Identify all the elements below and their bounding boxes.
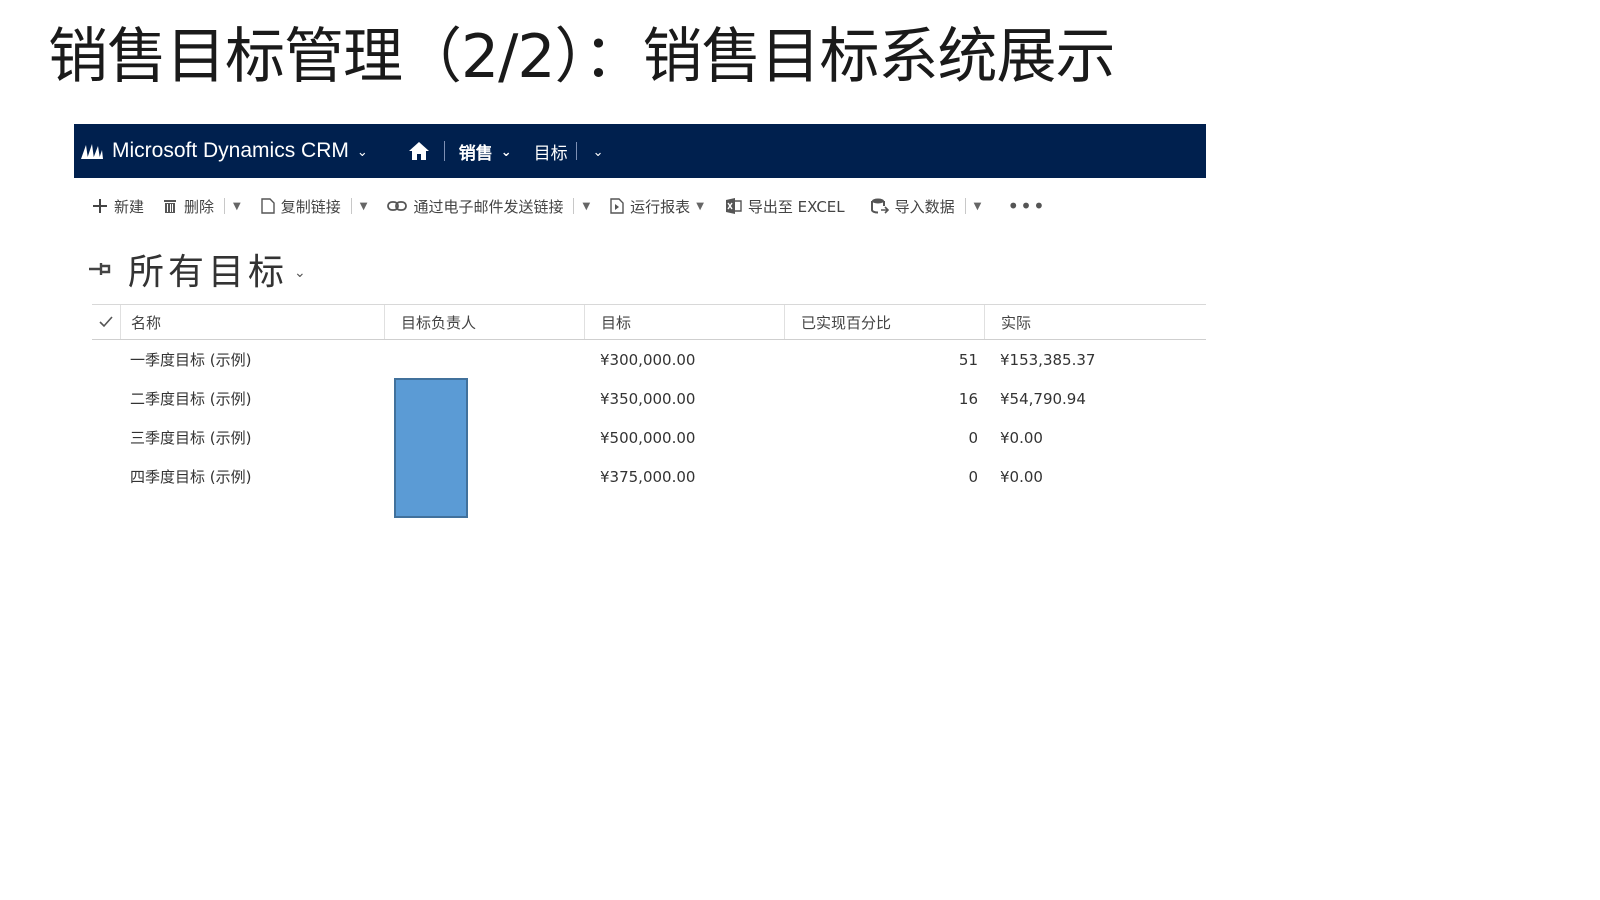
report-icon: [610, 198, 624, 214]
home-button[interactable]: [408, 141, 430, 161]
table-row[interactable]: 三季度目标 (示例) ¥500,000.00 0 ¥0.00: [92, 418, 1206, 457]
column-header-percent[interactable]: 已实现百分比: [784, 305, 984, 339]
owner-redaction-box: [394, 378, 468, 518]
nav-divider: [575, 142, 577, 160]
run-report-dropdown-icon[interactable]: ▼: [696, 201, 704, 212]
toolbar-divider: [350, 198, 352, 214]
more-commands-icon[interactable]: •••: [1007, 194, 1045, 218]
chevron-down-icon: ⌄: [294, 265, 306, 281]
run-report-button[interactable]: 运行报表: [610, 196, 690, 217]
goal-actual: ¥0.00: [1000, 467, 1043, 486]
chevron-down-icon: ⌄: [356, 144, 368, 159]
new-label: 新建: [114, 197, 145, 216]
goal-percent: 0: [968, 428, 978, 447]
new-button[interactable]: 新建: [92, 196, 144, 217]
goal-target: ¥300,000.00: [600, 350, 696, 369]
crm-window: Microsoft Dynamics CRM ⌄ 销售 ⌄ 目标 ⌄ 新建 删除…: [74, 124, 1206, 496]
view-title: 所有目标: [128, 252, 289, 293]
nav-entity-label: 目标: [533, 143, 568, 164]
email-link-button[interactable]: 通过电子邮件发送链接: [387, 196, 563, 217]
goal-actual: ¥153,385.37: [1000, 350, 1096, 369]
email-link-label: 通过电子邮件发送链接: [413, 197, 564, 216]
import-data-label: 导入数据: [894, 197, 955, 216]
goal-actual: ¥54,790.94: [1000, 389, 1086, 408]
trash-icon: [162, 198, 178, 214]
toolbar-divider: [964, 198, 966, 214]
toolbar-divider: [573, 198, 575, 214]
slide-title: 销售目标管理（2/2）：销售目标系统展示: [48, 22, 1116, 92]
home-icon: [408, 142, 429, 160]
nav-entity-goals[interactable]: 目标 ⌄: [534, 139, 604, 164]
pin-icon: [89, 263, 111, 275]
document-icon: [261, 198, 275, 214]
delete-dropdown-icon[interactable]: ▼: [233, 201, 241, 212]
import-data-dropdown-icon[interactable]: ▼: [974, 201, 982, 212]
nav-area-label: 销售: [458, 143, 493, 164]
chevron-down-icon: ⌄: [500, 144, 512, 160]
table-row[interactable]: 四季度目标 (示例) ¥375,000.00 0 ¥0.00: [92, 457, 1206, 496]
email-link-dropdown-icon[interactable]: ▼: [582, 201, 590, 212]
table-row[interactable]: 一季度目标 (示例) ¥300,000.00 51 ¥153,385.37: [92, 340, 1206, 379]
goals-grid: 名称 目标负责人 目标 已实现百分比 实际 一季度目标 (示例) ¥300,00…: [92, 304, 1206, 496]
run-report-label: 运行报表: [630, 197, 691, 216]
goal-name[interactable]: 二季度目标 (示例): [120, 388, 384, 409]
goal-target: ¥350,000.00: [600, 389, 696, 408]
toolbar-divider: [224, 198, 226, 214]
excel-icon: [724, 197, 742, 215]
column-header-target[interactable]: 目标: [584, 305, 784, 339]
nav-divider: [443, 141, 445, 161]
delete-button[interactable]: 删除: [162, 196, 214, 217]
view-selector[interactable]: 所有目标 ⌄: [74, 234, 1206, 304]
goal-name[interactable]: 三季度目标 (示例): [120, 427, 384, 448]
top-navbar: Microsoft Dynamics CRM ⌄ 销售 ⌄ 目标 ⌄: [74, 124, 1206, 178]
table-row[interactable]: 二季度目标 (示例) ¥350,000.00 16 ¥54,790.94: [92, 379, 1206, 418]
goal-percent: 51: [958, 350, 978, 369]
export-excel-button[interactable]: 导出至 EXCEL: [724, 196, 845, 217]
plus-icon: [92, 198, 108, 214]
app-switcher[interactable]: Microsoft Dynamics CRM ⌄: [80, 139, 368, 163]
checkmark-icon: [99, 316, 113, 328]
goal-percent: 16: [958, 389, 978, 408]
column-header-name[interactable]: 名称: [120, 305, 384, 339]
select-all-checkbox[interactable]: [92, 305, 120, 339]
goal-name[interactable]: 一季度目标 (示例): [120, 349, 384, 370]
copy-link-label: 复制链接: [280, 197, 341, 216]
nav-area-sales[interactable]: 销售 ⌄: [459, 139, 512, 164]
link-icon: [387, 200, 408, 212]
goal-actual: ¥0.00: [1000, 428, 1043, 447]
column-header-owner[interactable]: 目标负责人: [384, 305, 584, 339]
command-bar: 新建 删除 ▼ 复制链接 ▼ 通过电子邮件发送链接 ▼ 运行报表 ▼ 导出至 E…: [74, 178, 1206, 234]
goal-target: ¥375,000.00: [600, 467, 696, 486]
copy-link-button[interactable]: 复制链接: [261, 196, 341, 217]
export-excel-label: 导出至 EXCEL: [747, 197, 845, 216]
grid-header: 名称 目标负责人 目标 已实现百分比 实际: [92, 304, 1206, 340]
import-data-button[interactable]: 导入数据: [870, 196, 955, 217]
app-name: Microsoft Dynamics CRM: [112, 139, 349, 162]
column-header-actual[interactable]: 实际: [984, 305, 1204, 339]
goal-name[interactable]: 四季度目标 (示例): [120, 466, 384, 487]
copy-link-dropdown-icon[interactable]: ▼: [360, 201, 368, 212]
goal-target: ¥500,000.00: [600, 428, 696, 447]
goal-percent: 0: [968, 467, 978, 486]
dynamics-logo-icon: [81, 144, 103, 159]
delete-label: 删除: [184, 197, 215, 216]
chevron-down-icon: ⌄: [592, 144, 604, 160]
import-icon: [870, 197, 889, 215]
